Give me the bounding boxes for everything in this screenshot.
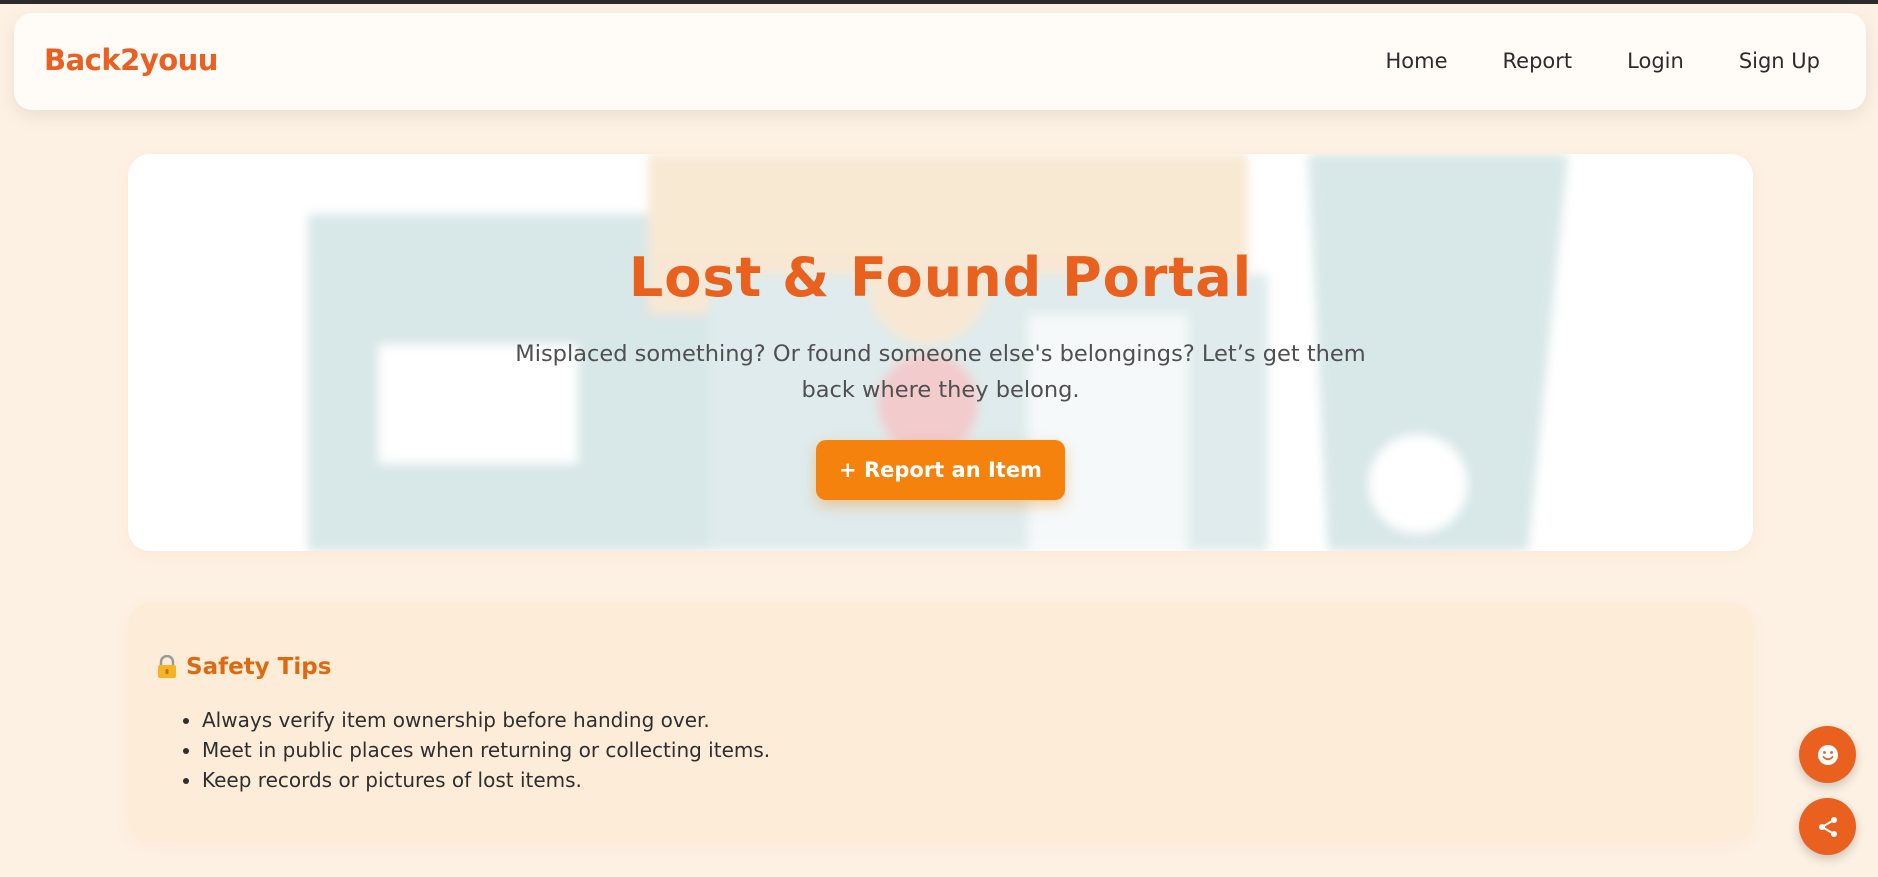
chat-fab-button[interactable] xyxy=(1799,726,1856,783)
nav-login-link[interactable]: Login xyxy=(1627,49,1684,73)
lock-icon xyxy=(158,655,176,678)
nav-links: Home Report Login Sign Up xyxy=(1386,49,1820,73)
hero-content: Lost & Found Portal Misplaced something?… xyxy=(128,154,1753,551)
list-item: Keep records or pictures of lost items. xyxy=(202,765,770,795)
hero-section: Lost & Found Portal Misplaced something?… xyxy=(128,154,1753,551)
navbar: Back2youu Home Report Login Sign Up xyxy=(14,13,1866,110)
smiley-icon xyxy=(1817,744,1838,765)
safety-tips-card: Safety Tips Always verify item ownership… xyxy=(128,603,1753,841)
safety-tips-heading: Safety Tips xyxy=(156,654,331,680)
nav-home-link[interactable]: Home xyxy=(1386,49,1448,73)
share-fab-button[interactable] xyxy=(1799,798,1856,855)
nav-report-link[interactable]: Report xyxy=(1503,49,1573,73)
brand-logo[interactable]: Back2youu xyxy=(44,43,218,77)
report-item-button[interactable]: + Report an Item xyxy=(816,440,1065,500)
safety-tips-title: Safety Tips xyxy=(186,654,332,680)
hero-subtitle: Misplaced something? Or found someone el… xyxy=(515,341,1366,403)
list-item: Always verify item ownership before hand… xyxy=(202,705,770,735)
safety-tips-list: Always verify item ownership before hand… xyxy=(160,705,770,795)
nav-signup-link[interactable]: Sign Up xyxy=(1739,49,1820,73)
hero-title: Lost & Found Portal xyxy=(628,246,1253,309)
window-top-border xyxy=(0,0,1878,4)
list-item: Meet in public places when returning or … xyxy=(202,735,770,765)
share-icon xyxy=(1818,816,1837,837)
